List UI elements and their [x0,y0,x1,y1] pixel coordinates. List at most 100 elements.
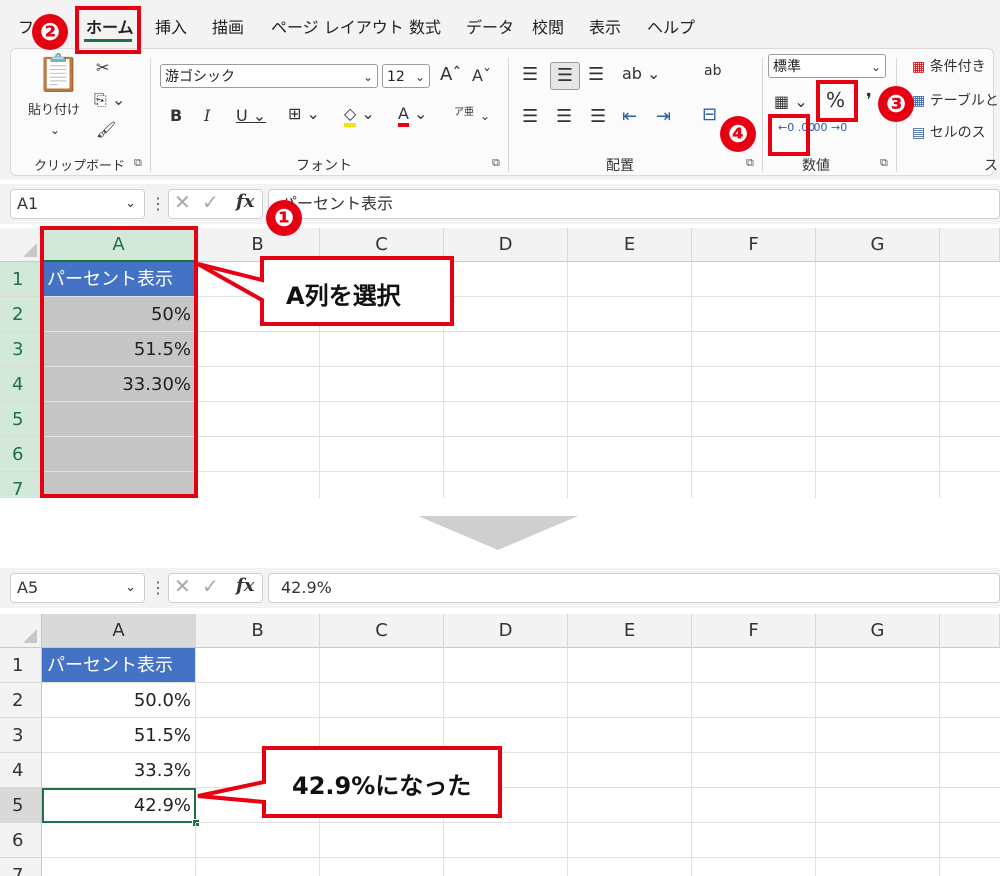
align-bottom-icon[interactable]: ☰ [588,66,604,84]
row-header[interactable]: 4 [0,753,42,788]
column-header-f[interactable]: F [692,228,816,262]
tab-view[interactable]: 表示 [589,14,621,38]
paste-label[interactable]: 貼り付け [28,104,80,117]
phonetic-dropdown-icon[interactable]: ⌄ [480,110,490,122]
increase-font-icon[interactable]: Aˆ [440,66,461,84]
tab-help[interactable]: ヘルプ [647,14,695,38]
select-all-button[interactable] [0,614,42,648]
row-header[interactable]: 6 [0,823,42,858]
paste-dropdown-icon[interactable]: ⌄ [50,124,60,136]
clipboard-launcher-icon[interactable]: ⧉ [134,156,142,170]
align-left-icon[interactable]: ☰ [522,108,538,126]
decrease-decimal-button[interactable]: .00 →0 [810,122,847,134]
copy-icon[interactable]: ⎘ ⌄ [94,92,125,108]
insert-function-icon[interactable]: fx [236,191,254,212]
column-header-e[interactable]: E [568,228,692,262]
column-header-f[interactable]: F [692,614,816,648]
row-header[interactable]: 2 [0,683,42,718]
accounting-format-icon[interactable]: ▦ ⌄ [774,94,808,110]
align-center-icon[interactable]: ☰ [556,108,572,126]
tab-review[interactable]: 校閲 [532,14,564,38]
cell-a3[interactable]: 51.5% [42,718,196,753]
name-box[interactable]: A1 ⌄ [10,189,145,219]
row-header[interactable]: 3 [0,332,42,367]
font-name-select[interactable]: 游ゴシック ⌄ [160,64,378,88]
column-header-partial[interactable] [940,228,1000,262]
cell-a7[interactable] [42,858,196,876]
chevron-down-icon: ⌄ [125,196,136,211]
tab-page-layout[interactable]: ページ レイアウト [271,14,404,38]
tab-insert[interactable]: 挿入 [155,14,187,38]
merge-center-icon[interactable]: ⊟ [702,106,717,124]
tab-data[interactable]: データ [466,14,514,38]
align-right-icon[interactable]: ☰ [590,108,606,126]
enter-icon[interactable]: ✓ [202,190,219,214]
alignment-launcher-icon[interactable]: ⧉ [746,156,754,170]
cell-styles-button[interactable]: ▤ セルのス [912,126,986,140]
enter-icon[interactable]: ✓ [202,574,219,598]
number-launcher-icon[interactable]: ⧉ [880,156,888,170]
row-header[interactable]: 2 [0,297,42,332]
cell-a6[interactable] [42,823,196,858]
insert-function-icon[interactable]: fx [236,575,254,596]
column-header-partial[interactable] [940,614,1000,648]
column-header-g[interactable]: G [816,228,940,262]
italic-button[interactable]: I [204,108,210,124]
underline-button[interactable]: U ⌄ [236,108,266,124]
format-painter-icon[interactable]: 🖌 [96,122,116,138]
comma-style-icon[interactable]: ❜ [866,92,872,110]
cell-a5-active[interactable]: 42.9% [42,788,196,823]
row-header[interactable]: 7 [0,858,42,876]
align-middle-icon[interactable]: ☰ [550,62,580,90]
cancel-icon[interactable]: ✕ [174,574,191,598]
cell-a1[interactable]: パーセント表示 [42,648,196,683]
column-header-e[interactable]: E [568,614,692,648]
bold-button[interactable]: B [170,108,182,124]
chevron-down-icon: ⌄ [414,70,425,84]
cell-a2[interactable]: 50.0% [42,683,196,718]
column-header-b[interactable]: B [196,614,320,648]
menu-bar: フ ホーム 挿入 描画 ページ レイアウト 数式 データ 校閲 表示 ヘルプ [0,0,1000,48]
row-header[interactable]: 1 [0,648,42,683]
decrease-indent-icon[interactable]: ⇤ [622,108,637,126]
font-color-icon[interactable]: A ⌄ [398,104,427,127]
conditional-formatting-button[interactable]: ▦ 条件付き [912,60,986,74]
decrease-font-icon[interactable]: Aˇ [472,68,491,84]
row-header[interactable]: 7 [0,472,42,498]
more-options-icon[interactable]: ⋮ [150,578,166,597]
font-size-select[interactable]: 12 ⌄ [382,64,430,88]
row-header[interactable]: 1 [0,262,42,297]
select-all-button[interactable] [0,228,42,262]
step-4-badge: ❹ [720,116,756,152]
row-header[interactable]: 5 [0,402,42,437]
paste-icon[interactable]: 📋 [36,56,81,92]
phonetic-icon[interactable]: ア亜 [454,108,474,118]
name-box-value: A5 [17,578,39,597]
wrap-text-icon[interactable]: ab [704,64,721,78]
cell-a4[interactable]: 33.3% [42,753,196,788]
column-header-d[interactable]: D [444,614,568,648]
font-launcher-icon[interactable]: ⧉ [492,156,500,170]
formula-input[interactable]: パーセント表示 [268,189,1000,219]
number-format-select[interactable]: 標準 ⌄ [768,54,886,78]
column-header-a[interactable]: A [42,614,196,648]
more-options-icon[interactable]: ⋮ [150,194,166,213]
formula-input[interactable]: 42.9% [268,573,1000,603]
orientation-icon[interactable]: ab ⌄ [622,66,660,82]
borders-icon[interactable]: ⊞ ⌄ [288,106,320,122]
align-top-icon[interactable]: ☰ [522,66,538,84]
row-header[interactable]: 5 [0,788,42,823]
column-header-g[interactable]: G [816,614,940,648]
tab-draw[interactable]: 描画 [212,14,244,38]
increase-indent-icon[interactable]: ⇥ [656,108,671,126]
name-box[interactable]: A5 ⌄ [10,573,145,603]
column-header-c[interactable]: C [320,614,444,648]
cancel-icon[interactable]: ✕ [174,190,191,214]
fill-color-icon[interactable]: ◇ ⌄ [344,104,375,127]
format-as-table-button[interactable]: ▦ テーブルと [912,94,999,108]
row-header[interactable]: 6 [0,437,42,472]
tab-formulas[interactable]: 数式 [409,14,441,38]
cut-icon[interactable]: ✂ [96,60,109,76]
row-header[interactable]: 3 [0,718,42,753]
row-header[interactable]: 4 [0,367,42,402]
